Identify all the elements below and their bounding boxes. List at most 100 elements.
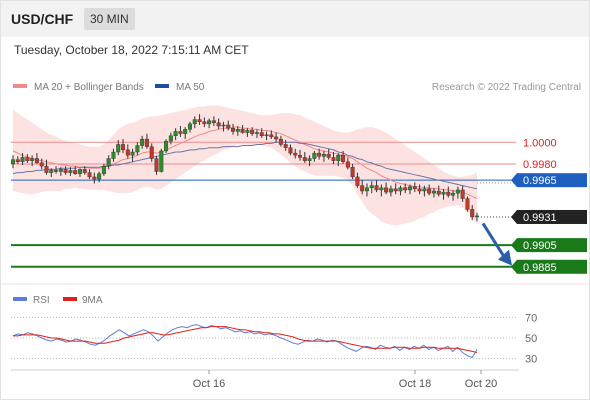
candle-body <box>360 185 365 192</box>
candle-body <box>240 129 245 133</box>
candle-body <box>221 124 226 127</box>
level-0-9885-label: 0.9885 <box>523 262 557 274</box>
candle-body <box>451 192 456 196</box>
candle-body <box>20 157 25 162</box>
x-axis-labels: Oct 16 Oct 18 Oct 20 <box>193 370 497 390</box>
rsi-legend-label: RSI <box>33 295 50 306</box>
candle-body <box>44 165 49 173</box>
candle-body <box>39 162 44 167</box>
candle-body <box>460 189 465 199</box>
candle-body <box>288 147 293 154</box>
candle-body <box>307 158 312 161</box>
candle-body <box>364 187 369 192</box>
rsi-tick-label: 70 <box>525 312 537 324</box>
candle-body <box>470 209 475 218</box>
level-1-0000-label: 1.0000 <box>523 137 557 149</box>
candle-body <box>283 144 288 148</box>
candle-body <box>403 187 408 191</box>
candle-body <box>168 135 173 142</box>
candle-body <box>245 130 250 133</box>
candle-body <box>345 161 350 168</box>
candle-body <box>431 190 436 194</box>
candle-body <box>350 166 355 178</box>
candle-body <box>326 153 331 158</box>
candle-body <box>226 124 231 129</box>
candle-body <box>58 169 63 172</box>
candle-body <box>317 152 322 157</box>
x-tick-label: Oct 18 <box>399 378 431 390</box>
candle-body <box>82 169 87 173</box>
candle-body <box>250 130 255 134</box>
candle-body <box>475 215 480 218</box>
candle-body <box>49 170 54 173</box>
forecast-arrow-shaft <box>481 222 506 258</box>
level-0-9931-label: 0.9931 <box>523 212 557 224</box>
candle-body <box>135 145 140 153</box>
symbol-label: USD/CHF <box>11 11 74 27</box>
rsi-tick-label: 50 <box>525 333 537 345</box>
candle-body <box>455 189 460 194</box>
credit-text: Research © 2022 Trading Central <box>432 82 581 93</box>
candle-body <box>422 188 427 192</box>
candle-body <box>111 151 116 159</box>
candle-body <box>207 120 212 125</box>
candle-body <box>369 185 374 188</box>
candle-body <box>379 187 384 191</box>
candle-body <box>183 129 188 134</box>
candle-body <box>259 132 264 136</box>
candle-body <box>192 119 197 125</box>
bb-legend-swatch <box>13 84 27 88</box>
candle-body <box>216 122 221 127</box>
candle-body <box>116 144 121 153</box>
timeframe-badge[interactable]: 30 MIN <box>84 8 135 30</box>
candle-body <box>178 131 183 134</box>
candle-body <box>34 158 39 164</box>
candle-body <box>121 144 126 151</box>
level-0-9885-tag-tip <box>511 259 517 274</box>
candle-body <box>92 176 97 180</box>
candle-body <box>446 191 451 196</box>
candle-body <box>269 134 274 138</box>
level-0-9905-tag-tip <box>511 238 517 253</box>
level-0-9980-label: 0.9980 <box>523 159 557 171</box>
candle-body <box>68 170 73 173</box>
candle-body <box>374 185 379 191</box>
candle-body <box>197 119 202 122</box>
candle-body <box>336 155 341 161</box>
candle-body <box>97 173 102 180</box>
candle-body <box>355 176 360 186</box>
candle-body <box>54 170 59 172</box>
bb-legend-label: MA 20 + Bollinger Bands <box>34 82 144 93</box>
candle-body <box>312 152 317 159</box>
candle-body <box>441 191 446 195</box>
candle-body <box>321 153 326 157</box>
level-0-9931-tag-tip <box>511 209 517 224</box>
candle-body <box>10 159 15 165</box>
candle-body <box>302 157 307 161</box>
ma50-legend-label: MA 50 <box>176 82 205 93</box>
candle-body <box>384 187 389 193</box>
ma50-legend-swatch <box>155 84 169 88</box>
candle-body <box>125 149 130 156</box>
candle-body <box>235 129 240 132</box>
candle-body <box>149 146 154 159</box>
candle-body <box>15 159 20 162</box>
level-0-9965-tag-tip <box>511 173 517 188</box>
candle-body <box>264 134 269 136</box>
candle-body <box>73 170 78 174</box>
candle-body <box>274 136 279 140</box>
candle-body <box>388 188 393 193</box>
ma9-legend-label: 9MA <box>82 295 103 306</box>
candle-body <box>77 169 82 174</box>
candle-body <box>427 188 432 194</box>
level-0-9905-label: 0.9905 <box>523 240 557 252</box>
candle-body <box>398 187 403 192</box>
candle-body <box>63 169 68 173</box>
level-labels-layer: 1.0000 0.9980 0.9965 0.9931 0.9905 0.9885 <box>511 137 587 274</box>
chart-widget: USD/CHF 30 MIN Tuesday, October 18, 2022… <box>0 0 590 400</box>
candle-body <box>101 165 106 174</box>
candle-body <box>164 141 169 152</box>
candle-body <box>130 151 135 156</box>
candle-body <box>465 198 470 210</box>
price-chart-svg: MA 20 + Bollinger Bands MA 50 Research ©… <box>1 82 589 390</box>
